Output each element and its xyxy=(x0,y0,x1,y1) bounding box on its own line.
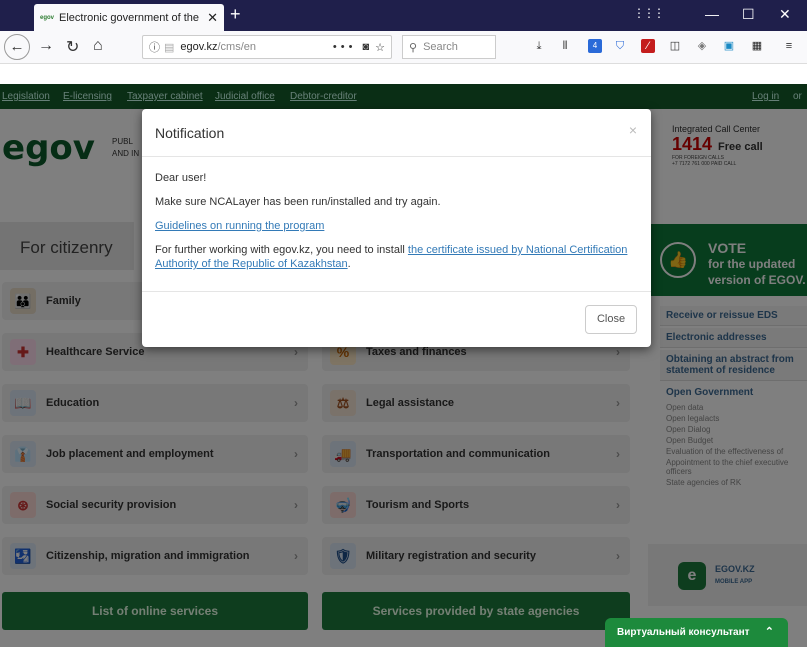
page-icon: ▤ xyxy=(164,41,175,54)
url-host: egov.kz xyxy=(180,41,218,53)
save-icon[interactable]: ▣ xyxy=(722,39,736,53)
dialog-footer: Close xyxy=(142,291,651,347)
extension-icon[interactable]: ◈ xyxy=(695,39,709,53)
sidebar-icon[interactable]: ◫ xyxy=(668,39,682,53)
browser-tab[interactable]: egov Electronic government of the R ✕ xyxy=(34,4,224,31)
shield-icon[interactable]: ⛉ xyxy=(613,39,627,53)
bookmark-star-icon[interactable]: ☆ xyxy=(375,41,385,54)
tab-title: Electronic government of the R xyxy=(59,11,204,24)
library-icon[interactable]: ⫴ xyxy=(558,39,572,53)
dialog-header: Notification xyxy=(142,109,651,157)
install-suffix: . xyxy=(347,258,351,270)
notification-dialog: Notification × Dear user! Make sure NCAL… xyxy=(142,109,651,347)
back-icon[interactable]: ← xyxy=(4,34,30,60)
minimize-button[interactable]: — xyxy=(705,6,719,22)
navigation-bar: ← → ↻ ⌂ ⓘ ▤ egov.kz /cms/en ••• ◙ ☆ ⚲ Se… xyxy=(0,31,807,64)
download-icon[interactable]: ⤓ xyxy=(532,39,546,53)
info-icon[interactable]: ⓘ xyxy=(149,39,160,55)
page-margin xyxy=(0,64,807,84)
grid-icon[interactable]: ⋮⋮⋮ xyxy=(633,6,665,20)
forward-icon[interactable]: → xyxy=(38,37,54,55)
virtual-consultant-widget[interactable]: Виртуальный консультант ⌃ xyxy=(605,618,788,647)
close-button[interactable]: Close xyxy=(585,305,637,334)
consultant-label: Виртуальный консультант xyxy=(617,627,750,638)
dialog-title: Notification xyxy=(155,125,225,141)
maximize-button[interactable]: ☐ xyxy=(742,6,755,23)
title-bar: egov Electronic government of the R ✕ + … xyxy=(0,0,807,31)
reload-icon[interactable]: ↻ xyxy=(66,37,79,57)
search-icon: ⚲ xyxy=(409,41,418,54)
page-actions-icon[interactable]: ••• xyxy=(333,41,357,53)
chevron-up-icon[interactable]: ⌃ xyxy=(765,625,774,638)
tab-favicon: egov xyxy=(40,14,55,21)
new-tab-button[interactable]: + xyxy=(230,4,241,25)
browser-window: egov Electronic government of the R ✕ + … xyxy=(0,0,807,647)
dialog-install-message: For further working with egov.kz, you ne… xyxy=(155,243,638,271)
extension-badge-icon[interactable]: 4 xyxy=(588,39,602,53)
dialog-message: Make sure NCALayer has been run/installe… xyxy=(155,196,441,208)
pdf-extension-icon[interactable]: ⁄ xyxy=(641,39,655,53)
dialog-greeting: Dear user! xyxy=(155,172,207,184)
home-icon[interactable]: ⌂ xyxy=(93,37,103,55)
url-path: /cms/en xyxy=(217,41,257,53)
search-placeholder: Search xyxy=(423,41,458,53)
menu-icon[interactable]: ≡ xyxy=(782,39,796,53)
tab-close-icon[interactable]: ✕ xyxy=(207,10,218,26)
search-input[interactable]: ⚲ Search xyxy=(402,35,496,59)
close-icon[interactable]: × xyxy=(629,122,637,138)
install-text: For further working with egov.kz, you ne… xyxy=(155,244,408,256)
guidelines-link[interactable]: Guidelines on running the program xyxy=(155,220,324,232)
url-bar[interactable]: ⓘ ▤ egov.kz /cms/en ••• ◙ ☆ xyxy=(142,35,392,59)
dialog-body: Dear user! Make sure NCALayer has been r… xyxy=(142,157,651,271)
close-window-button[interactable]: ✕ xyxy=(779,6,791,23)
qr-icon[interactable]: ▦ xyxy=(750,39,764,53)
pocket-icon[interactable]: ◙ xyxy=(362,41,369,53)
